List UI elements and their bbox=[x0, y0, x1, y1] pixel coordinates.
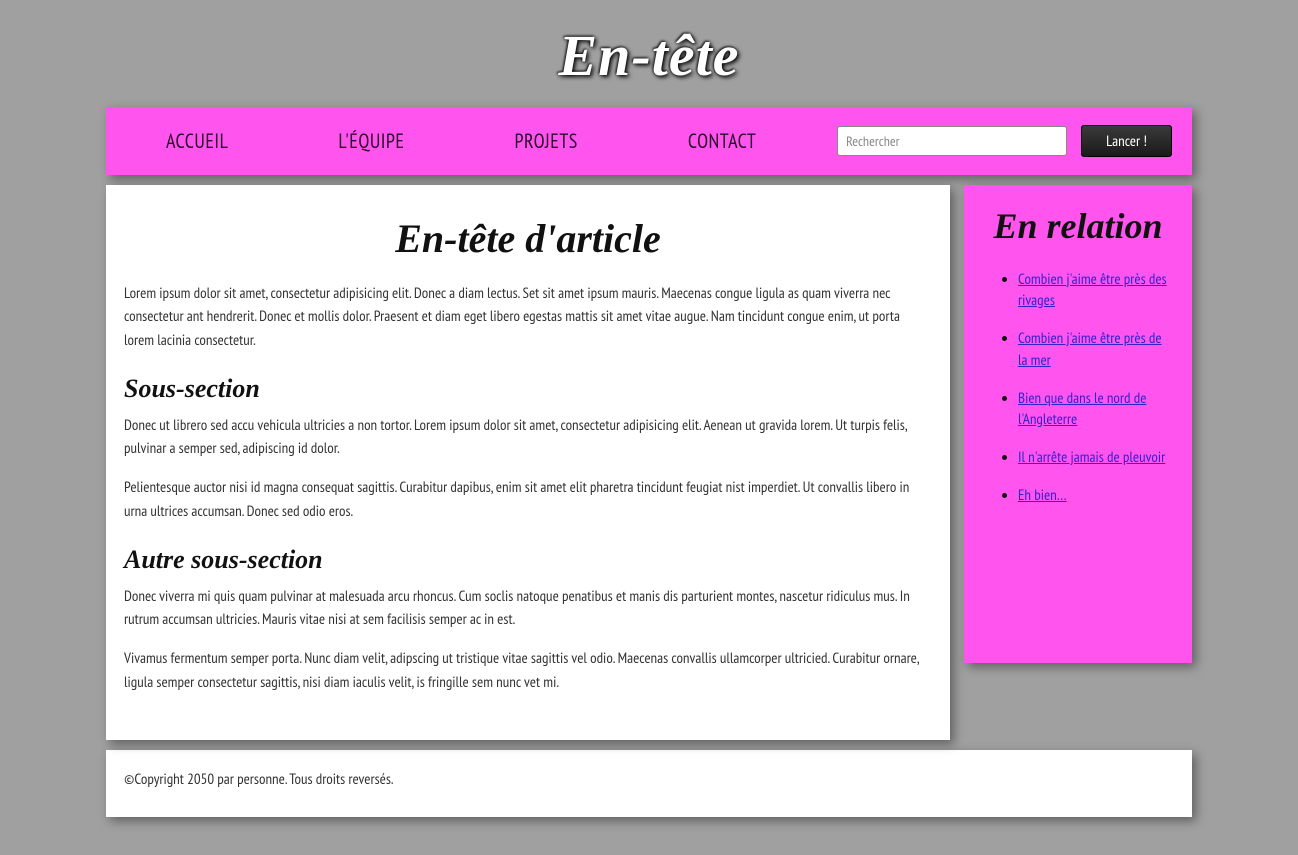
footer-text: ©Copyright 2050 par personne. Tous droit… bbox=[124, 770, 394, 789]
article-section: Autre sous-section Donec viverra mi quis… bbox=[124, 545, 932, 694]
nav-link-accueil[interactable]: Accueil bbox=[166, 128, 228, 154]
site-header: En-tête bbox=[106, 0, 1192, 107]
related-link[interactable]: Bien que dans le nord de l'Angleterre bbox=[1018, 389, 1146, 430]
related-link[interactable]: Combien j'aime être près des rivages bbox=[1018, 270, 1167, 311]
site-title: En-tête bbox=[106, 22, 1192, 89]
search-input[interactable] bbox=[837, 126, 1067, 156]
nav-link-contact[interactable]: Contact bbox=[688, 128, 756, 154]
article-title: En-tête d'article bbox=[124, 215, 932, 262]
related-links-list: Combien j'aime être près des rivages Com… bbox=[982, 269, 1174, 507]
section-paragraph: Pelientesque auctor nisi id magna conseq… bbox=[124, 476, 932, 523]
search-submit-button[interactable]: Lancer ! bbox=[1081, 125, 1172, 157]
search-form: Lancer ! bbox=[837, 125, 1172, 157]
list-item: Combien j'aime être près de la mer bbox=[1018, 328, 1174, 372]
page: En-tête Accueil L'équipe Projets Contact… bbox=[106, 0, 1192, 847]
nav-link-equipe[interactable]: L'équipe bbox=[338, 128, 404, 154]
main-columns: En-tête d'article Lorem ipsum dolor sit … bbox=[106, 185, 1192, 740]
section-paragraph: Donec ut librero sed accu vehicula ultri… bbox=[124, 414, 932, 461]
site-footer: ©Copyright 2050 par personne. Tous droit… bbox=[106, 750, 1192, 817]
article-intro: Lorem ipsum dolor sit amet, consectetur … bbox=[124, 282, 932, 352]
nav-link-projets[interactable]: Projets bbox=[515, 128, 578, 154]
related-link[interactable]: Eh bien… bbox=[1018, 486, 1067, 505]
article-section: Sous-section Donec ut librero sed accu v… bbox=[124, 374, 932, 523]
nav-list: Accueil L'équipe Projets Contact bbox=[126, 128, 837, 154]
sidebar-related: En relation Combien j'aime être près des… bbox=[964, 185, 1192, 663]
list-item: Il n'arrête jamais de pleuvoir bbox=[1018, 447, 1174, 469]
top-navigation: Accueil L'équipe Projets Contact Lancer … bbox=[106, 107, 1192, 175]
sidebar-title: En relation bbox=[982, 207, 1174, 247]
section-heading: Autre sous-section bbox=[124, 545, 932, 575]
list-item: Bien que dans le nord de l'Angleterre bbox=[1018, 388, 1174, 432]
section-paragraph: Vivamus fermentum semper porta. Nunc dia… bbox=[124, 647, 932, 694]
section-heading: Sous-section bbox=[124, 374, 932, 404]
section-paragraph: Donec viverra mi quis quam pulvinar at m… bbox=[124, 585, 932, 632]
list-item: Combien j'aime être près des rivages bbox=[1018, 269, 1174, 313]
related-link[interactable]: Combien j'aime être près de la mer bbox=[1018, 329, 1162, 370]
related-link[interactable]: Il n'arrête jamais de pleuvoir bbox=[1018, 448, 1165, 467]
list-item: Eh bien… bbox=[1018, 485, 1174, 507]
main-article: En-tête d'article Lorem ipsum dolor sit … bbox=[106, 185, 950, 740]
